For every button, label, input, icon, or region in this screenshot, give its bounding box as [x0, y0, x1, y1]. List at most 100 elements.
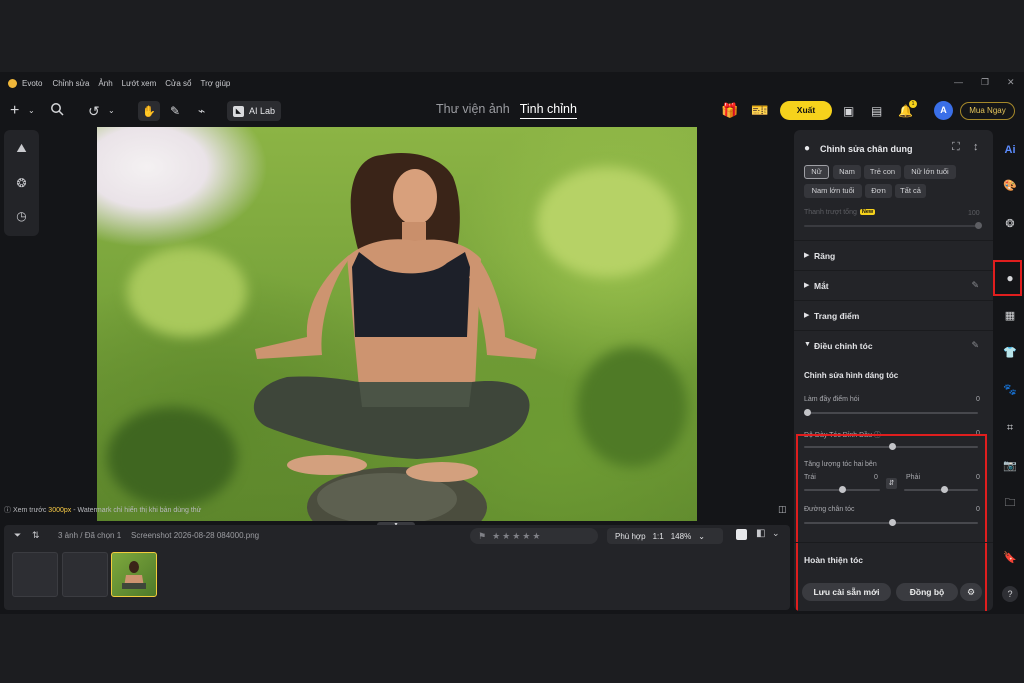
aperture-icon[interactable]: ❂ — [1002, 216, 1018, 232]
menu-item-window[interactable]: Cửa sổ — [165, 79, 191, 88]
chevron-down-icon[interactable]: ⌄ — [28, 102, 35, 120]
section-teeth[interactable]: ▶ Răng — [794, 240, 993, 270]
toolbar: + ⌄ ↺ ⌄ ✋ ✎ ⌁ ◣ AI Lab Thư viện ảnh Tinh… — [0, 94, 1024, 128]
view-chevron-icon[interactable]: ⌄ — [772, 528, 780, 539]
sync-button[interactable]: Đồng bộ — [896, 583, 958, 601]
section-hair[interactable]: ▼ Điều chỉnh tóc ✎ — [794, 330, 993, 360]
star-rating[interactable]: ⚑ ★★★★★ — [470, 528, 598, 544]
filter-icon[interactable]: ⏷ — [14, 530, 21, 541]
new-badge: New — [859, 209, 876, 215]
ai-lab-button[interactable]: ◣ AI Lab — [227, 101, 281, 121]
history-icon[interactable]: ◷ — [13, 208, 30, 225]
slider-knob-bald-fill[interactable] — [804, 409, 811, 416]
chip-older-female[interactable]: Nữ lớn tuổi — [904, 165, 956, 179]
flag-icon[interactable]: ⚑ — [478, 531, 486, 541]
hair-finish-heading: Hoàn thiện tóc — [804, 555, 864, 565]
section-eyes[interactable]: ▶ Mắt ✎ — [794, 270, 993, 300]
portrait-edit-panel: ● Chỉnh sửa chân dung ⛶ ↕ Nữ Nam Trẻ con… — [794, 130, 993, 611]
help-icon[interactable]: ? — [1002, 586, 1018, 602]
thumbnail[interactable] — [12, 552, 58, 597]
zoom-chevron-icon[interactable]: ⌄ — [698, 532, 705, 541]
zoom-controls: Phù hợp 1:1 148% ⌄ — [607, 528, 723, 544]
app-window: Evoto Chỉnh sửa Ảnh Lướt xem Cửa sổ Trợ … — [0, 72, 1024, 614]
fit-button[interactable]: Phù hợp — [615, 532, 646, 541]
tab-library[interactable]: Thư viện ảnh — [436, 102, 510, 119]
photo-canvas[interactable] — [97, 127, 697, 521]
avatar[interactable]: A — [934, 101, 953, 120]
tab-retouch[interactable]: Tinh chỉnh — [519, 102, 577, 119]
chip-older-male[interactable]: Nam lớn tuổi — [804, 184, 862, 198]
bandage-icon[interactable]: ⌁ — [198, 102, 205, 120]
document-icon[interactable]: ▣ — [843, 102, 854, 120]
ratio-button[interactable]: 1:1 — [653, 532, 664, 541]
edit-icon[interactable]: ✎ — [971, 280, 979, 291]
overall-slider-track — [804, 225, 978, 227]
export-button[interactable]: Xuất — [780, 101, 832, 120]
preview-status: ⓘ Xem trước 3000px - Watermark chỉ hiển … — [4, 505, 201, 515]
overall-slider-knob — [975, 222, 982, 229]
thumbnail-selected[interactable] — [111, 552, 157, 597]
menu-item-image[interactable]: Ảnh — [98, 79, 112, 88]
ai-icon[interactable]: Ai — [1002, 142, 1018, 158]
current-filename: Screenshot 2026-08-28 084000.png — [131, 531, 260, 540]
save-preset-button[interactable]: Lưu cài sẵn mới — [802, 583, 891, 601]
sync-settings-icon[interactable]: ⚙ — [960, 583, 982, 601]
bookmark-icon[interactable]: 🔖 — [1002, 550, 1018, 566]
rating-stars[interactable]: ★★★★★ — [492, 531, 542, 541]
portrait-icon[interactable]: ● — [1002, 270, 1018, 286]
chevron-right-icon: ▶ — [804, 312, 810, 319]
add-icon[interactable]: + — [10, 102, 19, 120]
edit-icon[interactable]: ✎ — [971, 340, 979, 351]
compare-icon[interactable]: ◫ — [778, 504, 787, 515]
overall-slider-label: Thanh trượt tổng New — [804, 209, 876, 216]
palette-icon[interactable]: 🎨 — [1002, 178, 1018, 194]
expand-icon[interactable]: ⛶ — [952, 141, 960, 154]
section-label: Răng — [814, 251, 836, 261]
brush-icon[interactable]: ✎ — [170, 102, 180, 120]
zoom-level[interactable]: 148% — [671, 532, 691, 541]
chip-male[interactable]: Nam — [833, 165, 861, 179]
clothing-icon[interactable]: 👕 — [1002, 345, 1018, 361]
hand-tool-icon[interactable]: ✋ — [138, 101, 160, 121]
portrait-adjust-icon[interactable]: ⛰ — [13, 140, 30, 157]
preview-prefix: Xem trước — [12, 507, 47, 514]
thumbnail[interactable] — [62, 552, 108, 597]
info-icon: ⓘ — [4, 507, 11, 514]
chip-child[interactable]: Trẻ con — [864, 165, 901, 179]
thumbnail-image — [122, 561, 146, 589]
undo-icon[interactable]: ↺ — [88, 102, 100, 120]
background-icon[interactable]: ▦ — [1002, 308, 1018, 324]
chevron-down-icon: ▼ — [804, 341, 811, 348]
menu-item-help[interactable]: Trợ giúp — [201, 79, 231, 88]
chip-single[interactable]: Đơn — [865, 184, 892, 198]
maximize-icon[interactable]: ❐ — [981, 77, 989, 88]
hair-shape-heading: Chỉnh sửa hình dáng tóc — [804, 371, 899, 380]
slider-track-bald-fill[interactable] — [804, 412, 978, 414]
menu-item-edit[interactable]: Chỉnh sửa — [52, 79, 89, 88]
close-icon[interactable]: ✕ — [1007, 77, 1015, 88]
menu-item-browse[interactable]: Lướt xem — [122, 79, 157, 88]
section-makeup[interactable]: ▶ Trang điểm — [794, 300, 993, 330]
chevron-right-icon: ▶ — [804, 282, 810, 289]
promo-icon[interactable]: 🎫 — [751, 101, 768, 119]
preview-resolution: 3000px — [48, 507, 72, 514]
left-tool-panel: ⛰ ❂ ◷ — [4, 130, 39, 236]
camera-icon[interactable]: 📷 — [1002, 458, 1018, 474]
aperture-icon[interactable]: ❂ — [13, 175, 30, 192]
undo-chevron-icon[interactable]: ⌄ — [108, 102, 115, 120]
folder-icon[interactable]: 🗀 — [1002, 495, 1018, 511]
task-icon[interactable]: ▤ — [871, 102, 882, 120]
chip-female[interactable]: Nữ — [804, 165, 829, 179]
compare-view-icon[interactable]: ◧ — [756, 528, 765, 539]
crop-icon[interactable]: ⌗ — [1002, 420, 1018, 436]
single-view-icon[interactable] — [736, 529, 747, 540]
buy-now-button[interactable]: Mua Ngay — [960, 102, 1015, 120]
minimize-icon[interactable]: — — [954, 77, 963, 87]
search-icon[interactable] — [50, 102, 64, 120]
filmstrip-toolbar: ⏷ ⇅ 3 ảnh / Đã chọn 1 Screenshot 2026-08… — [4, 525, 790, 547]
reset-icon[interactable]: ↕ — [973, 141, 979, 153]
chip-all[interactable]: Tất cả — [895, 184, 926, 198]
gift-icon[interactable]: 🎁 — [721, 101, 738, 119]
paw-icon[interactable]: 🐾 — [1002, 382, 1018, 398]
sort-icon[interactable]: ⇅ — [32, 530, 40, 541]
